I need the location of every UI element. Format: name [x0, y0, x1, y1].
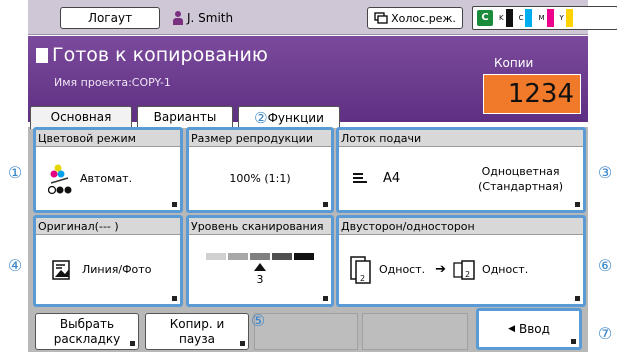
- paper-stack-icon: [353, 172, 367, 183]
- select-layout-line2: раскладку: [53, 331, 121, 346]
- color-mode-card[interactable]: Цветовой режим Автомат.: [33, 127, 183, 213]
- copy-pages-icon: 2: [453, 259, 475, 280]
- corner-marker: [323, 296, 328, 301]
- select-layout-line1: Выбрать: [59, 316, 115, 331]
- paper-size: A4: [383, 171, 401, 186]
- duplex-to: Одност.: [482, 263, 529, 276]
- callout-1: ①: [7, 163, 23, 182]
- empty-slot: [254, 313, 358, 350]
- svg-text:2: 2: [465, 270, 470, 279]
- corner-marker: [575, 296, 580, 301]
- ink-m: M: [538, 9, 554, 27]
- monitor-icon: [374, 12, 388, 24]
- scan-level-title: Уровень сканирования: [189, 218, 331, 235]
- copies-label: Копии: [494, 56, 534, 70]
- original-value: Линия/Фото: [82, 263, 152, 276]
- callout-7: ⑦: [597, 324, 613, 343]
- ink-k: K: [499, 9, 513, 27]
- enter-button[interactable]: ◀ Ввод: [476, 308, 582, 350]
- scan-level-card[interactable]: Уровень сканирования 3: [186, 215, 334, 307]
- select-layout-button[interactable]: Выбрать раскладку: [35, 313, 139, 350]
- triangle-up-icon: [254, 263, 266, 271]
- tab-main[interactable]: Основная: [30, 106, 132, 129]
- paper-type-line2: (Стандартная): [478, 179, 563, 193]
- status-bar: Логаут J. Smith Холос.реж. C K C M Y: [28, 0, 617, 35]
- line-photo-icon: [52, 259, 70, 280]
- copy-pause-button[interactable]: Копир. и пауза: [145, 313, 249, 350]
- corner-marker: [130, 341, 135, 346]
- paper-tray-title: Лоток подачи: [339, 130, 583, 147]
- empty-slot: [362, 313, 468, 350]
- copy-pause-line2: пауза: [178, 331, 216, 346]
- duplex-title: Двусторон/односторон: [339, 218, 583, 235]
- corner-marker: [172, 202, 177, 207]
- paper-tray-card[interactable]: Лоток подачи A4 Одноцветная (Стандартная…: [336, 127, 586, 213]
- ink-refresh-icon: C: [477, 10, 493, 26]
- repro-size-value: 100% (1:1): [229, 172, 291, 185]
- original-pages-icon: 2: [350, 255, 371, 284]
- svg-text:2: 2: [360, 274, 365, 283]
- user-info: J. Smith: [173, 8, 233, 28]
- user-name: J. Smith: [187, 11, 234, 25]
- holos-mode-button[interactable]: Холос.реж.: [367, 7, 463, 29]
- user-icon: [173, 11, 183, 25]
- page-title-text: Готов к копированию: [52, 44, 268, 66]
- callout-5: ⑤: [250, 311, 266, 330]
- page-title: Готов к копированию: [36, 44, 268, 66]
- corner-marker: [575, 202, 580, 207]
- callout-6: ⑥: [597, 256, 613, 275]
- color-mode-value: Автомат.: [80, 172, 133, 185]
- callout-4: ④: [7, 256, 23, 275]
- project-name: Имя проекта:COPY-1: [54, 76, 171, 89]
- tab-functions-label: Функции: [267, 111, 324, 125]
- copy-pause-line1: Копир. и: [169, 316, 225, 331]
- duplex-card[interactable]: Двусторон/односторон 2 Одност. ➔ 2 Однос…: [336, 215, 586, 307]
- ink-status[interactable]: C K C M Y: [472, 6, 617, 30]
- original-title: Оригинал(--- ): [36, 218, 180, 235]
- arrow-right-icon: ➔: [435, 262, 447, 277]
- copies-count[interactable]: 1234: [483, 74, 581, 114]
- duplex-from: Одност.: [379, 263, 426, 276]
- callout-3: ③: [597, 163, 613, 182]
- triangle-left-icon: ◀: [508, 323, 515, 334]
- ink-y: Y: [560, 9, 573, 27]
- logout-button[interactable]: Логаут: [60, 7, 160, 29]
- tab-variants[interactable]: Варианты: [137, 106, 233, 128]
- corner-marker: [240, 341, 245, 346]
- repro-size-title: Размер репродукции: [189, 130, 331, 147]
- corner-marker: [571, 339, 576, 344]
- paper-type-line1: Одноцветная: [481, 164, 560, 178]
- tab-functions[interactable]: ②Функции: [238, 106, 340, 128]
- repro-size-card[interactable]: Размер репродукции 100% (1:1): [186, 127, 334, 213]
- holos-mode-label: Холос.реж.: [391, 11, 456, 25]
- scan-level-value: 3: [256, 273, 264, 286]
- callout-2: ②: [254, 109, 268, 127]
- color-mode-icon: [48, 164, 72, 194]
- enter-label: Ввод: [518, 321, 550, 336]
- corner-marker: [172, 296, 177, 301]
- scan-level-scale-icon: [206, 253, 314, 260]
- ink-c: C: [519, 9, 533, 27]
- color-mode-title: Цветовой режим: [36, 130, 180, 147]
- copy-icon: [36, 47, 48, 63]
- original-card[interactable]: Оригинал(--- ) Линия/Фото: [33, 215, 183, 307]
- corner-marker: [323, 202, 328, 207]
